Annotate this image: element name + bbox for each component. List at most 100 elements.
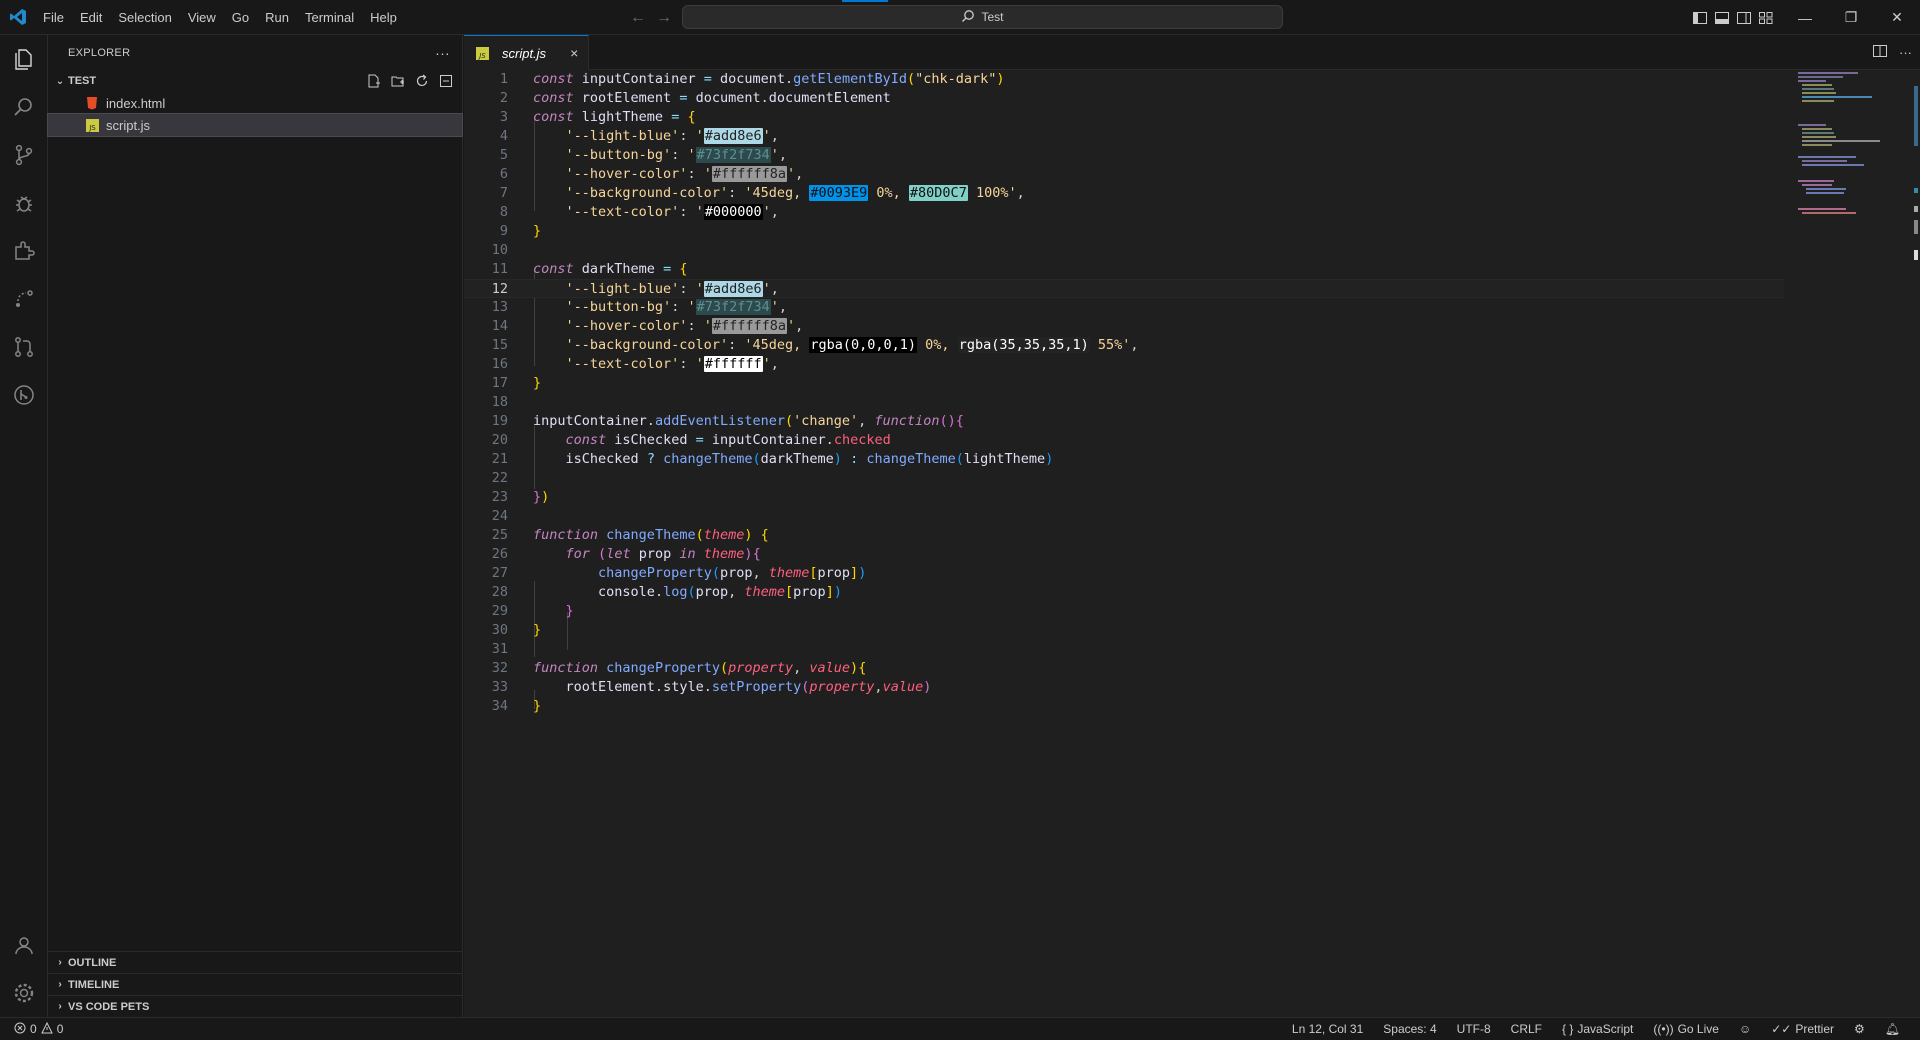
code-line: 22 xyxy=(491,470,508,486)
outline-section[interactable]: › OUTLINE xyxy=(48,951,462,973)
code-line: 33 rootElement.style.setProperty(propert… xyxy=(491,679,932,695)
vscode-pets-section[interactable]: › VS CODE PETS xyxy=(48,995,462,1017)
toggle-panel-icon[interactable] xyxy=(1714,10,1730,26)
file-index-html[interactable]: index.html xyxy=(48,92,462,114)
editor-actions: ··· xyxy=(1873,35,1912,70)
live-share-icon[interactable] xyxy=(0,275,48,323)
sidebar-bottom-sections: › OUTLINE › TIMELINE › VS CODE PETS xyxy=(48,951,462,1017)
command-center-search[interactable]: Test xyxy=(682,5,1283,29)
remote-icon[interactable]: ⚙ xyxy=(1844,1022,1875,1036)
code-line: 11 const darkTheme = { xyxy=(491,261,688,277)
git-graph-icon[interactable] xyxy=(0,371,48,419)
folder-name: TEST xyxy=(68,75,97,87)
pull-requests-icon[interactable] xyxy=(0,323,48,371)
language-label: JavaScript xyxy=(1577,1022,1634,1036)
extensions-icon[interactable] xyxy=(0,227,48,275)
close-tab-icon[interactable]: × xyxy=(552,45,578,61)
customize-layout-icon[interactable] xyxy=(1758,10,1774,26)
status-right-items: Ln 12, Col 31 Spaces: 4 UTF-8 CRLF { } Ja… xyxy=(1282,1022,1920,1036)
editor-group: JS script.js × ··· 1 const inputContainer… xyxy=(464,35,1920,1017)
indentation[interactable]: Spaces: 4 xyxy=(1373,1022,1446,1036)
code-line: 24 xyxy=(491,508,508,524)
code-line: 10 xyxy=(491,242,508,258)
explorer-icon[interactable] xyxy=(0,35,48,83)
menu-edit[interactable]: Edit xyxy=(72,0,110,35)
minimap[interactable] xyxy=(1796,70,1906,270)
code-line: 18 xyxy=(491,394,508,410)
menu-bar: File Edit Selection View Go Run Terminal… xyxy=(35,0,405,35)
menu-view[interactable]: View xyxy=(180,0,224,35)
current-code-line: 12 '--light-blue': '#add8e6', xyxy=(464,279,1784,298)
explorer-sidebar: EXPLORER ··· ⌄ TEST index.html JS script… xyxy=(47,35,463,1017)
command-center-label: Test xyxy=(981,10,1004,24)
collapse-all-icon[interactable] xyxy=(438,73,454,89)
outline-label: OUTLINE xyxy=(68,956,117,969)
code-line: 4 '--light-blue': '#add8e6', xyxy=(499,128,779,144)
menu-selection[interactable]: Selection xyxy=(110,0,179,35)
code-line: 7 '--background-color': '45deg, #0093E9 … xyxy=(499,185,1025,201)
code-line: 27 changeProperty(prop, theme[prop]) xyxy=(491,565,867,581)
menu-go[interactable]: Go xyxy=(224,0,257,35)
chevron-right-icon: › xyxy=(58,957,62,968)
status-bar: 0 0 Ln 12, Col 31 Spaces: 4 UTF-8 CRLF {… xyxy=(0,1017,1920,1040)
code-line: 15 '--background-color': '45deg, rgba(0,… xyxy=(491,337,1139,353)
menu-run[interactable]: Run xyxy=(257,0,297,35)
window-controls: — ❐ ✕ xyxy=(1782,0,1920,35)
code-line: 19 inputContainer.addEventListener('chang… xyxy=(491,413,964,429)
split-editor-icon[interactable] xyxy=(1873,45,1887,60)
minimize-icon[interactable]: — xyxy=(1782,0,1828,35)
folder-section-header[interactable]: ⌄ TEST xyxy=(48,70,462,92)
menu-terminal[interactable]: Terminal xyxy=(297,0,362,35)
code-line: 2 const rootElement = document.documentEl… xyxy=(499,90,891,106)
toggle-secondary-sidebar-icon[interactable] xyxy=(1736,10,1752,26)
notifications-bell-icon[interactable]: 🔔︎ xyxy=(1875,1022,1910,1036)
html-file-icon xyxy=(84,95,100,111)
title-bar: File Edit Selection View Go Run Terminal… xyxy=(0,0,1920,35)
problems-indicator[interactable]: 0 0 xyxy=(0,1021,63,1037)
more-actions-icon[interactable]: ··· xyxy=(1899,45,1912,60)
code-line: 3 const lightTheme = { xyxy=(499,109,696,125)
language-mode[interactable]: { } JavaScript xyxy=(1552,1022,1643,1036)
manage-gear-icon[interactable] xyxy=(0,969,48,1017)
refresh-icon[interactable] xyxy=(414,73,430,89)
tab-script-js[interactable]: JS script.js × xyxy=(464,35,590,70)
search-icon xyxy=(961,9,975,26)
more-actions-icon[interactable]: ··· xyxy=(435,45,450,61)
go-live-button[interactable]: ((•)) Go Live xyxy=(1643,1022,1729,1036)
code-line: 14 '--hover-color': '#ffffff8a', xyxy=(491,318,804,334)
back-arrow-icon[interactable]: ← xyxy=(630,9,646,27)
folder-actions xyxy=(366,73,454,89)
source-control-icon[interactable] xyxy=(0,131,48,179)
new-folder-icon[interactable] xyxy=(390,73,406,89)
end-of-line[interactable]: CRLF xyxy=(1501,1022,1552,1036)
editor-scrollbar[interactable] xyxy=(1906,70,1920,1017)
search-icon[interactable] xyxy=(0,83,48,131)
code-line: 30} xyxy=(491,622,542,638)
menu-file[interactable]: File xyxy=(35,0,72,35)
chevron-right-icon: › xyxy=(58,1001,62,1012)
menu-help[interactable]: Help xyxy=(362,0,405,35)
cursor-position[interactable]: Ln 12, Col 31 xyxy=(1282,1022,1373,1036)
forward-arrow-icon[interactable]: → xyxy=(656,9,672,27)
layout-controls xyxy=(1692,0,1774,35)
file-script-js[interactable]: JS script.js xyxy=(47,113,463,137)
run-debug-icon[interactable] xyxy=(0,179,48,227)
braces-icon: { } xyxy=(1562,1022,1574,1036)
code-line: 13 '--button-bg': '#73f2f734', xyxy=(491,299,788,315)
accounts-icon[interactable] xyxy=(0,921,48,969)
code-line: 21 isChecked ? changeTheme(darkTheme) : … xyxy=(491,451,1054,467)
vscode-logo-icon xyxy=(0,0,35,35)
restore-icon[interactable]: ❐ xyxy=(1828,0,1874,35)
tab-label: script.js xyxy=(502,45,547,61)
js-file-icon: JS xyxy=(474,45,490,61)
code-editor[interactable]: 1 const inputContainer = document.getElem… xyxy=(464,70,1920,1017)
prettier-button[interactable]: ✓✓ Prettier xyxy=(1761,1022,1844,1036)
file-encoding[interactable]: UTF-8 xyxy=(1447,1022,1501,1036)
new-file-icon[interactable] xyxy=(366,73,382,89)
explorer-header: EXPLORER ··· xyxy=(48,35,462,70)
toggle-primary-sidebar-icon[interactable] xyxy=(1692,10,1708,26)
code-line: 8 '--text-color': '#000000', xyxy=(499,204,779,220)
feedback-icon[interactable]: ☺ xyxy=(1729,1022,1761,1036)
close-window-icon[interactable]: ✕ xyxy=(1874,0,1920,35)
timeline-section[interactable]: › TIMELINE xyxy=(48,973,462,995)
